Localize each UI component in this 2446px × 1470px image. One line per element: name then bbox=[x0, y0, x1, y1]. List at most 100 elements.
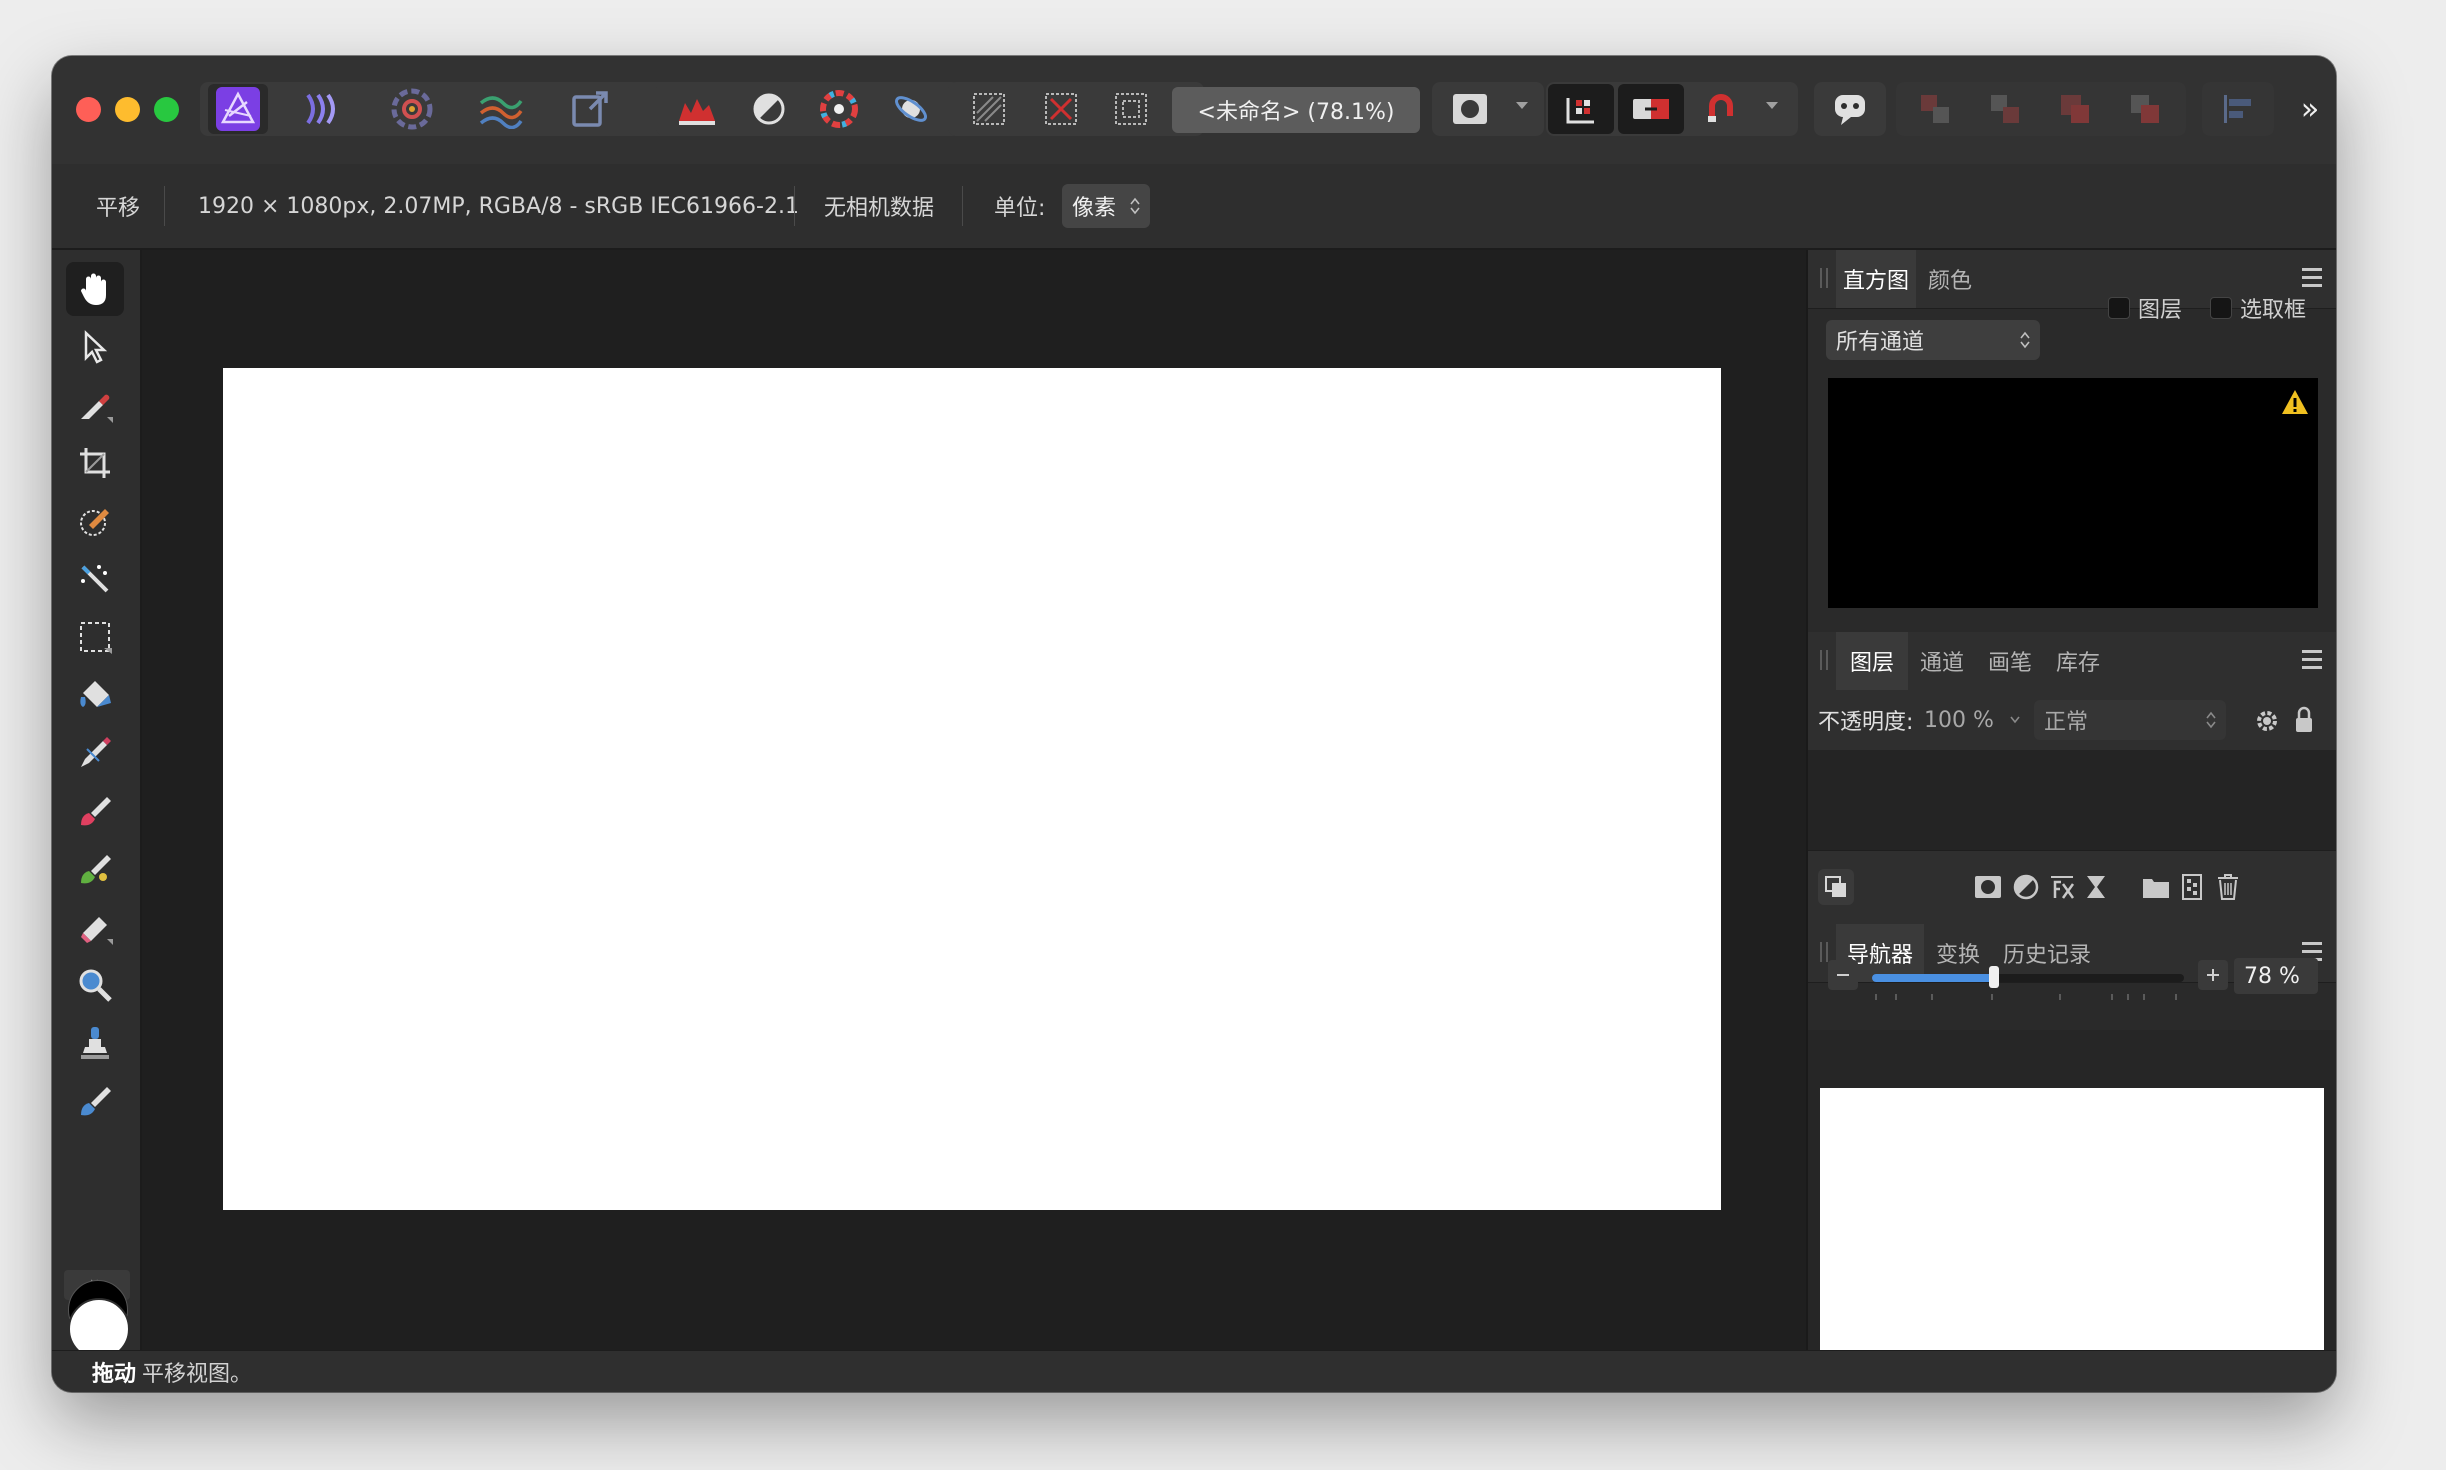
eraser-tool[interactable] bbox=[66, 900, 124, 954]
white-balance-button[interactable] bbox=[736, 84, 802, 134]
delete-layer-button[interactable] bbox=[2210, 869, 2246, 905]
lock-icon[interactable] bbox=[2294, 706, 2314, 734]
updown-chevron-icon bbox=[2020, 331, 2030, 349]
speech-bubble-icon bbox=[1835, 95, 1865, 125]
clone-stamp-tool[interactable] bbox=[66, 1016, 124, 1070]
navigator-preview[interactable] bbox=[1820, 1088, 2324, 1372]
select-all-button[interactable] bbox=[956, 84, 1022, 134]
canvas-area[interactable] bbox=[142, 250, 1856, 1350]
snapping-button[interactable] bbox=[1548, 84, 1614, 134]
assistant-dropdown-icon[interactable] bbox=[1766, 102, 1778, 109]
minimize-window-button[interactable] bbox=[115, 97, 140, 122]
chevron-down-icon[interactable] bbox=[2010, 716, 2020, 724]
tone-mapping-persona-button[interactable] bbox=[470, 84, 530, 134]
zoom-out-button[interactable] bbox=[1828, 960, 1858, 990]
retouch-brush-tool[interactable] bbox=[66, 1074, 124, 1128]
mask-layer-button[interactable] bbox=[1970, 869, 2006, 905]
current-tool-label: 平移 bbox=[96, 196, 141, 221]
selection-checkbox-label: 选取框 bbox=[2240, 298, 2307, 323]
warning-triangle-icon[interactable] bbox=[2280, 388, 2310, 416]
zoom-slider[interactable] bbox=[1872, 966, 2184, 1000]
new-pixel-layer-button[interactable] bbox=[2174, 869, 2210, 905]
title-bar: <未命名> (78.1%) » bbox=[52, 56, 2336, 165]
document-title-button[interactable]: <未命名> (78.1%) bbox=[1172, 87, 1420, 133]
mixer-brush-tool[interactable] bbox=[66, 842, 124, 896]
magic-wand-icon bbox=[81, 565, 109, 593]
hsl-button[interactable] bbox=[806, 84, 872, 134]
document-info[interactable]: 1920 × 1080px, 2.07MP, RGBA/8 - sRGB IEC… bbox=[198, 164, 799, 248]
new-group-button[interactable] bbox=[2138, 869, 2174, 905]
unit-label: 单位: bbox=[994, 196, 1046, 221]
export-persona-button[interactable] bbox=[560, 84, 620, 134]
tab-stock[interactable]: 库存 bbox=[2044, 632, 2112, 690]
auto-correct-button[interactable] bbox=[878, 84, 944, 134]
tab-brushes[interactable]: 画笔 bbox=[1976, 632, 2044, 690]
quick-mask-dropdown-icon[interactable] bbox=[1516, 102, 1528, 109]
zoom-tool[interactable] bbox=[66, 958, 124, 1012]
zoom-slider-thumb[interactable] bbox=[1988, 966, 1999, 988]
selection-brush-tool[interactable] bbox=[66, 494, 124, 548]
align-button[interactable] bbox=[2208, 84, 2268, 134]
move-forward-one-button[interactable] bbox=[2042, 84, 2108, 134]
minus-icon bbox=[1837, 974, 1849, 976]
layer-options-button[interactable] bbox=[1818, 869, 1854, 905]
checkbox-box[interactable] bbox=[2210, 297, 2232, 319]
adjustment-layer-button[interactable] bbox=[2008, 869, 2044, 905]
toolbar-overflow-button[interactable]: » bbox=[2292, 84, 2328, 134]
document-canvas[interactable] bbox=[223, 368, 1721, 1210]
move-back-one-button[interactable] bbox=[1972, 84, 2038, 134]
tab-histogram[interactable]: 直方图 bbox=[1836, 250, 1916, 308]
crop-tool[interactable] bbox=[66, 436, 124, 490]
arrange-back-icon bbox=[1921, 95, 1949, 123]
tab-channels[interactable]: 通道 bbox=[1908, 632, 1976, 690]
arrange-forward-one-icon bbox=[2061, 95, 2089, 123]
blend-mode-select[interactable]: 正常 bbox=[2034, 700, 2226, 740]
flood-fill-tool[interactable] bbox=[66, 668, 124, 722]
panel-grip-icon[interactable] bbox=[1820, 942, 1828, 962]
opacity-value[interactable]: 100 % bbox=[1924, 690, 1994, 750]
fill-layer-button[interactable] bbox=[2078, 869, 2114, 905]
invert-selection-button[interactable] bbox=[1098, 84, 1164, 134]
split-view-button[interactable] bbox=[1618, 84, 1684, 134]
deselect-button[interactable] bbox=[1028, 84, 1094, 134]
arrange-back-one-icon bbox=[1991, 95, 2019, 123]
selection-checkbox[interactable]: 选取框 bbox=[2210, 250, 2306, 366]
liquify-persona-button[interactable] bbox=[294, 84, 354, 134]
develop-persona-button[interactable] bbox=[382, 84, 442, 134]
view-tool[interactable] bbox=[66, 262, 124, 316]
layer-properties-row: 不透明度: 100 % 正常 bbox=[1808, 690, 2336, 750]
photo-persona-button[interactable] bbox=[208, 84, 268, 134]
gear-icon[interactable] bbox=[2254, 708, 2280, 734]
paint-brush-tool[interactable] bbox=[66, 784, 124, 838]
move-to-back-button[interactable] bbox=[1902, 84, 1968, 134]
unit-select[interactable]: 像素 bbox=[1062, 184, 1150, 228]
status-bar: 拖动 平移视图。 bbox=[52, 1350, 2336, 1392]
channel-select[interactable]: 所有通道 bbox=[1826, 320, 2040, 360]
levels-button[interactable] bbox=[664, 84, 730, 134]
color-picker-tool[interactable] bbox=[66, 378, 124, 432]
panel-grip-icon[interactable] bbox=[1820, 650, 1828, 670]
split-view-icon bbox=[1633, 99, 1669, 119]
speech-bubble-button[interactable] bbox=[1820, 84, 1880, 134]
live-filter-button[interactable] bbox=[2044, 869, 2080, 905]
quick-mask-button[interactable] bbox=[1440, 84, 1500, 134]
pencil-tool[interactable] bbox=[66, 726, 124, 780]
layer-checkbox[interactable]: 图层 bbox=[2108, 250, 2182, 366]
close-window-button[interactable] bbox=[76, 97, 101, 122]
move-tool[interactable] bbox=[66, 320, 124, 374]
assistant-button[interactable] bbox=[1688, 84, 1754, 134]
marquee-tool[interactable] bbox=[66, 610, 124, 664]
flood-fill-icon bbox=[80, 681, 111, 707]
tab-color[interactable]: 颜色 bbox=[1916, 250, 1984, 308]
zoom-magnifier-icon bbox=[79, 969, 112, 1002]
zoom-value-field[interactable]: 78 % bbox=[2234, 958, 2318, 994]
move-to-front-button[interactable] bbox=[2112, 84, 2178, 134]
tab-layers[interactable]: 图层 bbox=[1836, 632, 1908, 690]
zoom-in-button[interactable] bbox=[2198, 960, 2228, 990]
panel-menu-icon[interactable] bbox=[2302, 650, 2322, 670]
panel-grip-icon[interactable] bbox=[1820, 268, 1828, 288]
magic-wand-tool[interactable] bbox=[66, 552, 124, 606]
checkbox-box[interactable] bbox=[2108, 297, 2130, 319]
camera-data-button[interactable]: 无相机数据 bbox=[824, 164, 934, 248]
zoom-window-button[interactable] bbox=[154, 97, 179, 122]
